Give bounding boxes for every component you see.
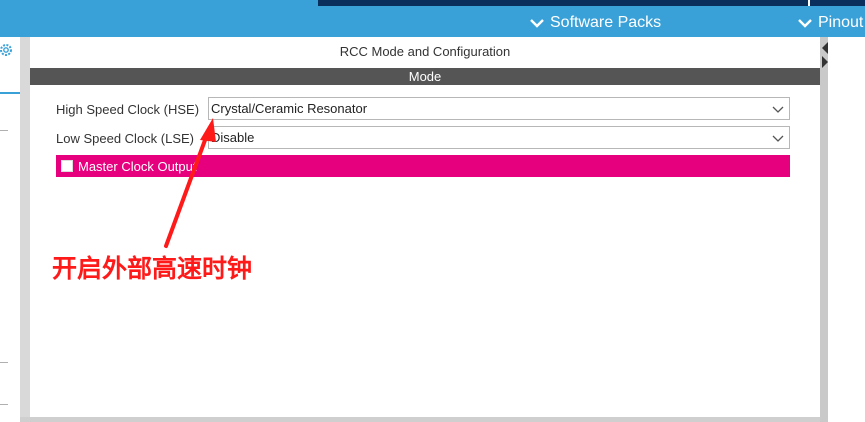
menubar: Software Packs Pinout: [0, 8, 865, 37]
mode-header: Mode: [30, 68, 820, 85]
panel-left-border: [20, 37, 30, 422]
title-strip: [0, 0, 865, 8]
gear-icon[interactable]: [0, 42, 16, 58]
menu-pinout[interactable]: Pinout: [798, 8, 863, 37]
panel-title: RCC Mode and Configuration: [339, 44, 511, 59]
lse-select[interactable]: Disable: [208, 126, 790, 149]
collapse-arrows-icon[interactable]: [820, 40, 828, 70]
sidebar-divider: [0, 362, 8, 363]
title-strip-separator: [808, 0, 810, 6]
hse-select[interactable]: Crystal/Ceramic Resonator: [208, 97, 790, 120]
lse-select-value: Disable: [211, 130, 255, 145]
annotation-text: 开启外部高速时钟: [52, 254, 253, 283]
menu-pinout-label: Pinout: [818, 13, 864, 31]
title-strip-dark: [318, 0, 865, 6]
hse-label: High Speed Clock (HSE): [56, 102, 200, 117]
left-sidebar: [0, 37, 20, 422]
sidebar-divider: [0, 404, 8, 405]
hse-select-value: Crystal/Ceramic Resonator: [211, 101, 368, 116]
master-clock-output-label: Master Clock Output: [78, 158, 197, 174]
chevron-down-icon: [772, 106, 784, 113]
sidebar-active-indicator: [0, 92, 20, 94]
lse-label: Low Speed Clock (LSE): [56, 131, 195, 146]
chevron-down-icon: [530, 18, 544, 28]
sidebar-divider: [0, 130, 8, 131]
panel-splitter[interactable]: [820, 37, 828, 422]
menu-software-packs-label: Software Packs: [550, 13, 662, 31]
chevron-down-icon: [798, 18, 812, 28]
master-clock-output-row: Master Clock Output: [56, 155, 790, 177]
menu-software-packs[interactable]: Software Packs: [530, 8, 661, 37]
master-clock-output-checkbox[interactable]: [61, 160, 73, 172]
panel-bottom-border: [20, 417, 825, 422]
chevron-down-icon: [772, 135, 784, 142]
right-pane: [828, 37, 865, 422]
rcc-panel: RCC Mode and Configuration Mode High Spe…: [30, 37, 820, 417]
